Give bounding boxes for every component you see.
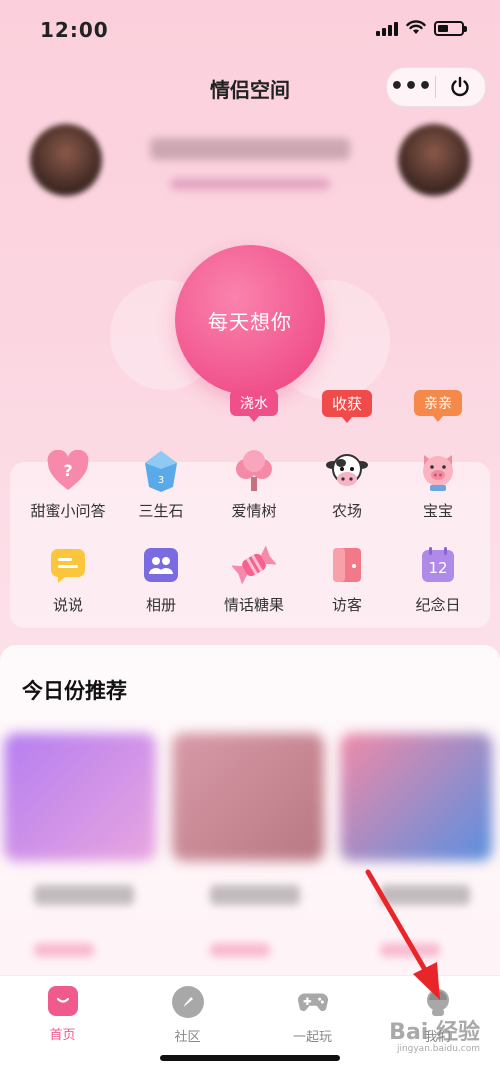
feature-label: 纪念日 [415,596,461,614]
candy-icon [231,542,277,588]
tab-community[interactable]: 社区 [125,986,250,1045]
home-indicator [160,1055,340,1061]
blurred-progress [170,178,330,190]
tab-label: 首页 [49,1028,76,1043]
feature-love-tree[interactable]: 浇水 爱情树 [204,390,304,521]
feature-grid: ? 甜蜜小问答 3 三生石 浇水 爱情树 收获 农场 亲亲 宝宝 说说 相册 情… [10,390,490,628]
crystal-stone-icon: 3 [138,448,184,494]
recommend-item-title [380,885,470,905]
avatar-left[interactable] [30,124,102,196]
feature-baby[interactable]: 亲亲 宝宝 [388,390,488,521]
feature-label: 爱情树 [231,502,277,520]
compass-icon [171,986,204,1018]
gamepad-icon [297,986,329,1018]
watermark: Bai 经验 jingyan.baidu.com [389,1014,480,1054]
recommend-item-title [210,885,300,905]
feature-label: 农场 [331,502,362,520]
feature-love-candy[interactable]: 情话糖果 [204,542,304,615]
battery-icon [434,20,467,36]
more-button[interactable]: ••• [387,68,435,106]
tab-play-together[interactable]: 一起玩 [250,986,375,1045]
couple-profile [0,118,500,208]
feature-album[interactable]: 相册 [111,542,211,615]
feature-farm[interactable]: 收获 农场 [297,390,397,521]
pig-icon [415,448,461,494]
recommend-item-price [210,943,270,957]
close-button[interactable] [436,76,484,98]
svg-text:?: ? [63,461,72,480]
cow-icon [324,448,370,494]
feature-sansheng-stone[interactable]: 3 三生石 [111,448,211,521]
miss-you-label: 每天想你 [208,309,292,334]
tab-home[interactable]: 首页 [0,986,125,1043]
water-badge[interactable]: 浇水 [230,390,278,416]
miss-you-button[interactable]: 每天想你 [175,245,325,395]
feature-sweet-quiz[interactable]: ? 甜蜜小问答 [18,448,118,521]
wifi-icon [406,20,426,34]
home-icon [47,986,78,1016]
recommend-item-price [380,943,440,957]
feature-moments[interactable]: 说说 [18,542,118,615]
feature-label: 甜蜜小问答 [30,502,106,520]
feature-label: 相册 [145,596,176,614]
feature-visitors[interactable]: 访客 [297,542,397,615]
album-icon [138,542,184,588]
watermark-text: Bai 经验 [389,1020,480,1045]
recommend-section: 今日份推荐 [0,645,500,975]
miniprogram-capsule: ••• [386,67,486,107]
recommend-item-image[interactable] [340,733,492,861]
svg-text:3: 3 [158,475,164,486]
feature-label: 三生石 [138,502,184,520]
visitor-door-icon [324,542,370,588]
status-time: 12:00 [40,18,109,42]
status-bar: 12:00 [0,0,500,62]
signal-icon [376,20,398,36]
love-tree-icon [231,448,277,494]
recommend-title: 今日份推荐 [22,679,127,703]
feature-label: 宝宝 [422,502,453,520]
recommend-item-image[interactable] [172,733,324,861]
feature-label: 说说 [52,596,83,614]
message-icon [45,542,91,588]
heart-question-icon: ? [45,448,91,494]
power-icon [451,76,469,97]
harvest-badge[interactable]: 收获 [321,390,373,417]
recommend-item-image[interactable] [4,733,156,861]
navigation-bar: 情侣空间 ••• [0,62,500,110]
feature-anniversary[interactable]: 12 纪念日 [388,542,488,615]
tab-label: 社区 [174,1030,201,1045]
calendar-icon: 12 [415,542,461,588]
recommend-item-title [34,885,134,905]
tab-label: 一起玩 [292,1030,332,1045]
avatar-right[interactable] [398,124,470,196]
feature-label: 情话糖果 [223,596,284,614]
recommend-item-price [34,943,94,957]
feature-label: 访客 [331,596,362,614]
kiss-badge[interactable]: 亲亲 [414,390,462,416]
blurred-names [150,138,350,160]
svg-text:12: 12 [428,559,447,577]
status-icons [376,20,467,36]
watermark-sub: jingyan.baidu.com [396,1044,480,1054]
